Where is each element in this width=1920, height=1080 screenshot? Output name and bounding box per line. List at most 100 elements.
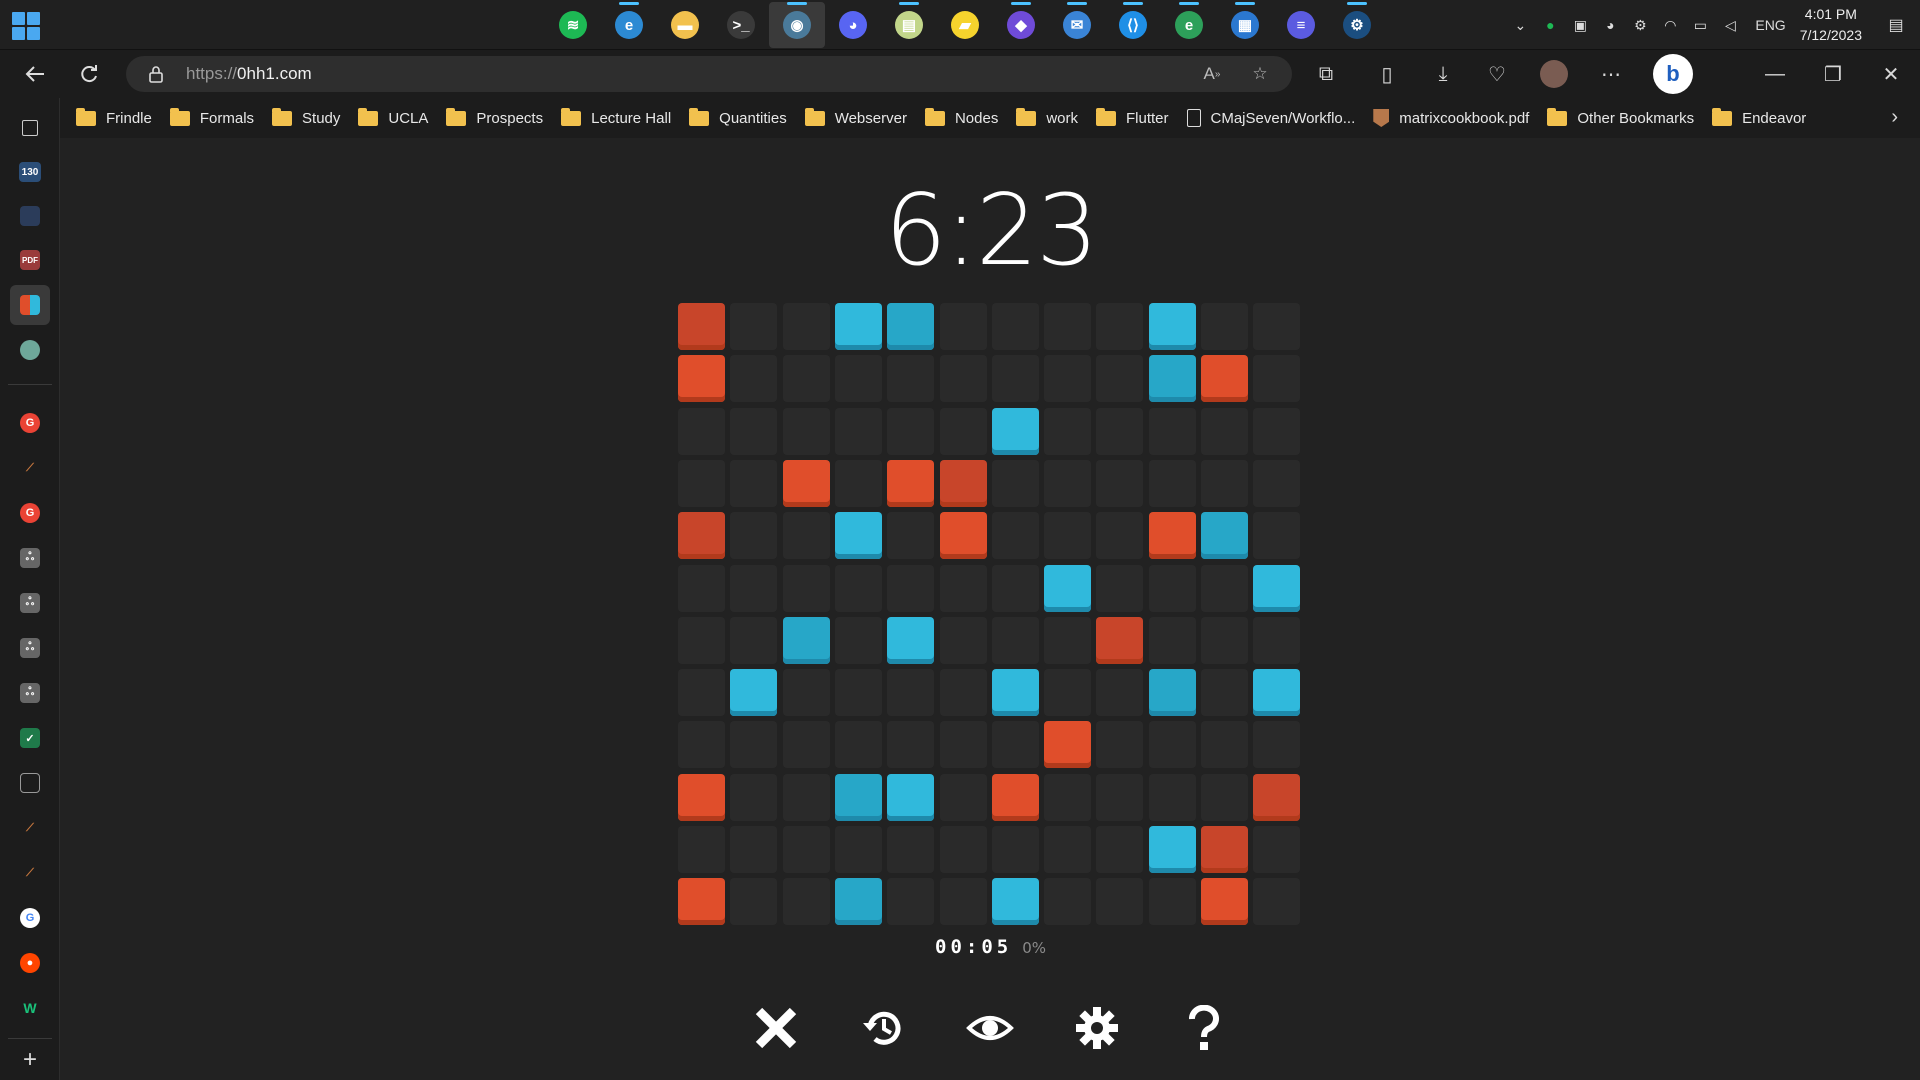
- steam-tray-icon[interactable]: ⚙: [1625, 10, 1655, 40]
- profile-avatar[interactable]: [1537, 58, 1571, 90]
- grid-cell-11-11[interactable]: [1253, 878, 1301, 926]
- browser-essentials-icon[interactable]: ♡: [1480, 58, 1514, 90]
- grid-cell-4-7[interactable]: [1044, 512, 1092, 560]
- grid-cell-3-3[interactable]: [834, 459, 882, 507]
- grid-cell-3-11[interactable]: [1253, 459, 1301, 507]
- taskbar-app-edge-beta[interactable]: e: [601, 2, 657, 48]
- sidebar-tab-reddit[interactable]: ●: [10, 943, 50, 983]
- spotify-tray-icon[interactable]: ●: [1535, 10, 1565, 40]
- grid-cell-7-4[interactable]: [887, 669, 935, 717]
- grid-cell-11-6[interactable]: [991, 878, 1039, 926]
- grid-cell-0-5[interactable]: [939, 303, 987, 350]
- taskbar-app-matlab-notes[interactable]: ▤: [881, 2, 937, 48]
- sidebar-tab-google-3[interactable]: G: [10, 898, 50, 938]
- grid-cell-0-1[interactable]: [730, 303, 778, 350]
- grid-cell-3-7[interactable]: [1044, 459, 1092, 507]
- grid-cell-7-0[interactable]: [678, 669, 725, 717]
- grid-cell-5-2[interactable]: [782, 564, 830, 612]
- grid-cell-1-7[interactable]: [1044, 355, 1092, 403]
- grid-cell-0-4[interactable]: [887, 303, 935, 350]
- grid-cell-3-0[interactable]: [678, 459, 725, 507]
- bookmark-frindle[interactable]: Frindle: [76, 107, 152, 127]
- grid-cell-9-1[interactable]: [730, 773, 778, 821]
- grid-cell-7-5[interactable]: [939, 669, 987, 717]
- grid-cell-6-4[interactable]: [887, 616, 935, 664]
- sidebar-tab-8[interactable]: [10, 763, 50, 803]
- grid-cell-10-3[interactable]: [834, 826, 882, 873]
- grid-cell-11-3[interactable]: [834, 878, 882, 926]
- grid-cell-7-1[interactable]: [730, 669, 778, 717]
- grid-cell-11-7[interactable]: [1044, 878, 1092, 926]
- grid-cell-8-7[interactable]: [1044, 721, 1092, 769]
- grid-cell-10-4[interactable]: [887, 826, 935, 873]
- sidebar-tab-0hh1[interactable]: [10, 285, 50, 325]
- grid-cell-3-6[interactable]: [991, 459, 1039, 507]
- extensions-icon[interactable]: ⧉: [1309, 58, 1343, 90]
- grid-cell-2-2[interactable]: [782, 407, 830, 455]
- bookmark-endeavor[interactable]: Endeavor: [1712, 107, 1806, 127]
- taskbar-app-spotify[interactable]: ≋: [545, 2, 601, 48]
- grid-cell-11-4[interactable]: [887, 878, 935, 926]
- grid-cell-0-6[interactable]: [991, 303, 1039, 350]
- grid-cell-8-0[interactable]: [678, 721, 725, 769]
- grid-cell-3-2[interactable]: [782, 459, 830, 507]
- grid-cell-4-6[interactable]: [991, 512, 1039, 560]
- help-button[interactable]: [1174, 998, 1234, 1058]
- grid-cell-9-6[interactable]: [991, 773, 1039, 821]
- grid-cell-8-4[interactable]: [887, 721, 935, 769]
- sidebar-tab-9[interactable]: ⟋: [10, 808, 50, 848]
- grid-cell-8-9[interactable]: [1148, 721, 1196, 769]
- grid-cell-10-9[interactable]: [1148, 826, 1196, 873]
- grid-cell-2-6[interactable]: [991, 407, 1039, 455]
- grid-cell-9-9[interactable]: [1148, 773, 1196, 821]
- grid-cell-0-8[interactable]: [1096, 303, 1144, 350]
- taskbar-app-file-explorer[interactable]: ▬: [657, 2, 713, 48]
- grid-cell-1-3[interactable]: [834, 355, 882, 403]
- grid-cell-7-9[interactable]: [1148, 669, 1196, 717]
- grid-cell-7-2[interactable]: [782, 669, 830, 717]
- grid-cell-9-4[interactable]: [887, 773, 935, 821]
- grid-cell-5-10[interactable]: [1201, 564, 1248, 612]
- grid-cell-10-11[interactable]: [1253, 826, 1301, 873]
- grid-cell-9-0[interactable]: [678, 773, 725, 821]
- grid-cell-10-7[interactable]: [1044, 826, 1092, 873]
- grid-cell-2-7[interactable]: [1044, 407, 1092, 455]
- grid-cell-7-10[interactable]: [1201, 669, 1248, 717]
- grid-cell-3-9[interactable]: [1148, 459, 1196, 507]
- quit-button[interactable]: [746, 998, 806, 1058]
- grid-cell-5-9[interactable]: [1148, 564, 1196, 612]
- sidebar-tab-5[interactable]: ஃ: [10, 628, 50, 668]
- grid-cell-7-7[interactable]: [1044, 669, 1092, 717]
- bing-chat-icon[interactable]: b: [1653, 54, 1693, 94]
- taskbar-app-menu-app[interactable]: ≡: [1273, 2, 1329, 48]
- grid-cell-0-10[interactable]: [1201, 303, 1248, 350]
- grid-cell-1-10[interactable]: [1201, 355, 1248, 403]
- bookmark-formals[interactable]: Formals: [169, 107, 254, 127]
- grid-cell-9-8[interactable]: [1096, 773, 1144, 821]
- taskbar-app-discord[interactable]: ◕: [825, 2, 881, 48]
- grid-cell-0-2[interactable]: [782, 303, 830, 350]
- grid-cell-3-4[interactable]: [887, 459, 935, 507]
- download-icon[interactable]: ⤓: [1426, 58, 1460, 90]
- grid-cell-2-4[interactable]: [887, 407, 935, 455]
- sidebar-tab-6[interactable]: ஃ: [10, 673, 50, 713]
- grid-cell-4-1[interactable]: [730, 512, 778, 560]
- address-bar[interactable]: https://0hh1.com A» ☆: [126, 56, 1292, 92]
- grid-cell-1-5[interactable]: [939, 355, 987, 403]
- grid-cell-5-0[interactable]: [678, 564, 725, 612]
- grid-cell-7-6[interactable]: [991, 669, 1039, 717]
- sidebar-tab-3[interactable]: ஃ: [10, 538, 50, 578]
- grid-cell-4-3[interactable]: [834, 512, 882, 560]
- sidebar-tab-chatgpt[interactable]: [10, 330, 50, 370]
- grid-cell-6-9[interactable]: [1148, 616, 1196, 664]
- grid-cell-0-7[interactable]: [1044, 303, 1092, 350]
- grid-cell-1-8[interactable]: [1096, 355, 1144, 403]
- chevron-right-icon[interactable]: ›: [1891, 106, 1898, 129]
- grid-cell-8-1[interactable]: [730, 721, 778, 769]
- battery-icon[interactable]: ▭: [1685, 10, 1715, 40]
- grid-cell-6-10[interactable]: [1201, 616, 1248, 664]
- grid-cell-4-9[interactable]: [1148, 512, 1196, 560]
- bookmark-flutter[interactable]: Flutter: [1095, 107, 1169, 127]
- settings-button[interactable]: [1067, 998, 1127, 1058]
- more-options-icon[interactable]: ⋯: [1594, 58, 1628, 90]
